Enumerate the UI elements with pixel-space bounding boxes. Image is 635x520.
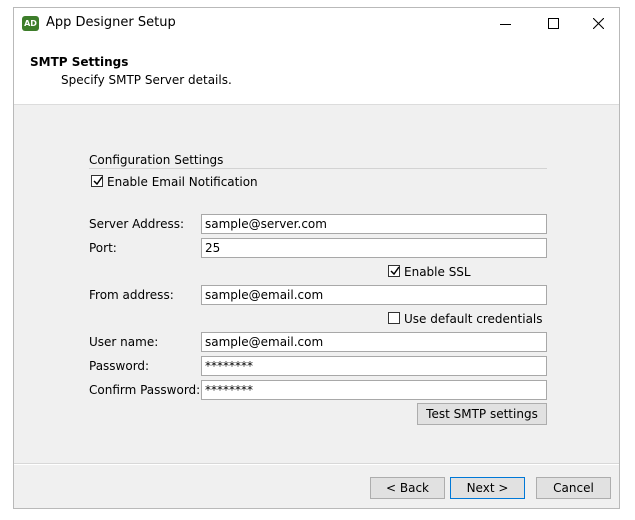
enable-ssl-checkbox[interactable] [388, 265, 400, 277]
wizard-header: SMTP Settings Specify SMTP Server detail… [14, 39, 619, 105]
cancel-button[interactable]: Cancel [536, 477, 611, 499]
close-icon [593, 18, 604, 29]
from-address-label: From address: [89, 288, 174, 302]
next-button[interactable]: Next > [450, 477, 525, 499]
confirm-password-input[interactable] [201, 380, 547, 400]
back-button[interactable]: < Back [370, 477, 445, 499]
maximize-button[interactable] [530, 8, 576, 39]
user-name-label: User name: [89, 335, 159, 349]
app-icon: AD [22, 16, 39, 31]
close-button[interactable] [576, 8, 622, 39]
enable-ssl-label: Enable SSL [404, 265, 471, 279]
setup-window: AD App Designer Setup SMTP Settings Spec… [13, 7, 620, 509]
confirm-password-label: Confirm Password: [89, 383, 201, 397]
page-title: SMTP Settings [30, 55, 129, 69]
enable-email-label: Enable Email Notification [107, 175, 258, 189]
page-subtitle: Specify SMTP Server details. [61, 73, 232, 87]
configuration-group-label: Configuration Settings [89, 153, 224, 167]
title-bar: AD App Designer Setup [14, 8, 619, 39]
group-divider [89, 168, 547, 169]
footer-divider-highlight [14, 464, 619, 465]
server-address-label: Server Address: [89, 217, 184, 231]
use-default-credentials-checkbox[interactable] [388, 312, 400, 324]
server-address-input[interactable] [201, 214, 547, 234]
user-name-input[interactable] [201, 332, 547, 352]
window-title: App Designer Setup [46, 15, 176, 30]
from-address-input[interactable] [201, 285, 547, 305]
enable-email-checkbox[interactable] [91, 175, 103, 187]
checkmark-icon [390, 266, 400, 276]
port-input[interactable] [201, 238, 547, 258]
test-smtp-button[interactable]: Test SMTP settings [417, 403, 547, 425]
password-input[interactable] [201, 356, 547, 376]
checkmark-icon [93, 176, 103, 186]
minimize-button[interactable] [482, 8, 528, 39]
use-default-credentials-label: Use default credentials [404, 312, 543, 326]
password-label: Password: [89, 359, 150, 373]
port-label: Port: [89, 241, 117, 255]
